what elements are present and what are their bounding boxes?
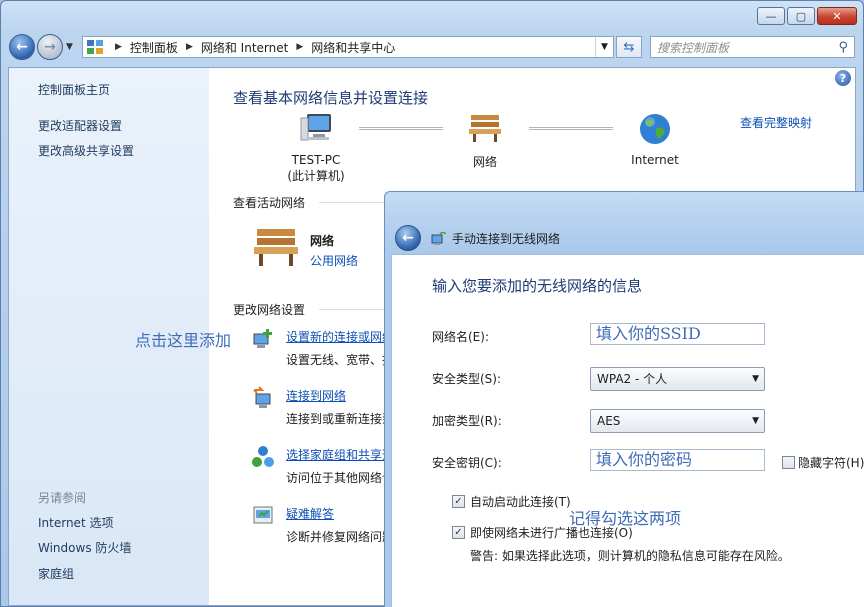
address-history-dropdown[interactable]: ▼ [595, 37, 613, 57]
caption-buttons: — ▢ ✕ [757, 7, 857, 25]
connect-hidden-checkbox[interactable]: ✓ [452, 526, 465, 539]
setup-new-connection-link[interactable]: 设置新的连接或网络 [286, 328, 394, 345]
encryption-type-select[interactable]: AES ▼ [590, 409, 765, 433]
arrow-right-icon: → [44, 39, 56, 55]
active-networks-heading: 查看活动网络 [233, 196, 306, 210]
network-node-network: 网络 [455, 112, 515, 170]
dialog-title: 手动连接到无线网络 [452, 232, 561, 246]
control-panel-icon [87, 40, 103, 54]
task-troubleshoot: 疑难解答 诊断并修复网络问题 [286, 505, 394, 545]
view-full-map-link[interactable]: 查看完整映射 [740, 114, 812, 131]
privacy-warning: 警告: 如果选择此选项，则计算机的隐私信息可能存在风险。 [470, 549, 790, 563]
security-type-value: WPA2 - 个人 [597, 372, 668, 386]
task-description: 设置无线、宽带、拨 [286, 353, 395, 367]
auto-start-checkbox[interactable]: ✓ [452, 495, 465, 508]
computer-name: TEST-PC [291, 153, 341, 167]
close-icon: ✕ [832, 9, 842, 23]
sidebar-change-advanced-sharing[interactable]: 更改高级共享设置 [38, 142, 134, 159]
computer-sublabel: (此计算机) [287, 169, 345, 183]
breadcrumb-network-internet[interactable]: 网络和 Internet [201, 39, 288, 56]
computer-icon [300, 114, 331, 141]
security-type-label: 安全类型(S): [432, 372, 502, 386]
arrow-left-icon: ← [402, 230, 414, 246]
globe-icon [640, 114, 670, 144]
sidebar-control-panel-home[interactable]: 控制面板主页 [38, 81, 110, 98]
security-key-label: 安全密钥(C): [432, 456, 502, 470]
breadcrumb-separator-icon: ▶ [296, 42, 304, 52]
annotation-click-here: 点击这里添加 [135, 331, 232, 350]
hide-characters-label: 隐藏字符(H) [798, 456, 864, 470]
chevron-down-icon: ▼ [752, 374, 759, 384]
change-settings-heading: 更改网络设置 [233, 303, 306, 317]
network-node-computer: TEST-PC (此计算机) [281, 112, 351, 184]
task-connect-to-network: 连接到网络 连接到或重新连接到 [286, 387, 394, 427]
help-icon[interactable]: ? [835, 70, 851, 86]
search-placeholder: 搜索控制面板 [657, 40, 730, 55]
dialog-body: 输入您要添加的无线网络的信息 网络名(E): 填入你的SSID 安全类型(S):… [391, 254, 864, 607]
see-also-homegroup[interactable]: 家庭组 [38, 565, 74, 582]
connect-to-network-link[interactable]: 连接到网络 [286, 387, 394, 404]
task-description: 连接到或重新连接到 [286, 412, 395, 426]
encryption-type-value: AES [597, 414, 621, 428]
encryption-type-label: 加密类型(R): [432, 414, 502, 428]
refresh-button[interactable]: ⇆ [616, 36, 642, 58]
breadcrumb-separator-icon: ▶ [185, 42, 193, 52]
security-key-input[interactable]: 填入你的密码 [590, 449, 765, 471]
see-also-internet-options[interactable]: Internet 选项 [38, 514, 113, 531]
connection-line [359, 127, 443, 130]
active-network-name: 网络 [310, 234, 335, 248]
wireless-network-icon [431, 231, 446, 245]
network-node-label: 网络 [472, 155, 497, 169]
troubleshoot-icon [253, 506, 273, 524]
arrow-left-icon: ← [16, 39, 28, 55]
search-box[interactable]: 搜索控制面板 ⚲ [650, 36, 855, 58]
see-also-windows-firewall[interactable]: Windows 防火墙 [38, 539, 131, 556]
close-button[interactable]: ✕ [817, 7, 857, 25]
recent-pages-dropdown[interactable]: ▼ [66, 42, 76, 52]
back-button[interactable]: ← [9, 34, 35, 60]
security-type-select[interactable]: WPA2 - 个人 ▼ [590, 367, 765, 391]
minimize-button[interactable]: — [757, 7, 785, 25]
minimize-icon: — [765, 9, 777, 23]
see-also-heading: 另请参阅 [38, 491, 87, 505]
address-bar[interactable]: ▶ 控制面板 ▶ 网络和 Internet ▶ 网络和共享中心 ▼ [82, 36, 614, 58]
network-name-input[interactable]: 填入你的SSID [590, 323, 765, 345]
task-description: 诊断并修复网络问题 [286, 530, 395, 544]
breadcrumb-network-sharing-center[interactable]: 网络和共享中心 [311, 39, 395, 56]
maximize-button[interactable]: ▢ [787, 7, 815, 25]
search-icon[interactable]: ⚲ [838, 40, 848, 55]
connect-network-icon [253, 386, 271, 408]
sidebar-change-adapter-settings[interactable]: 更改适配器设置 [38, 117, 122, 134]
breadcrumb-control-panel[interactable]: 控制面板 [130, 39, 178, 56]
annotation-check-both: 记得勾选这两项 [569, 509, 682, 528]
maximize-icon: ▢ [795, 9, 807, 23]
network-node-internet: Internet [625, 112, 685, 167]
active-network-type-link[interactable]: 公用网络 [310, 252, 358, 269]
connection-line [529, 127, 613, 130]
task-setup-new-connection: 设置新的连接或网络 设置无线、宽带、拨 [286, 328, 394, 368]
forward-button[interactable]: → [37, 34, 63, 60]
manual-wireless-dialog: ← 手动连接到无线网络 输入您要添加的无线网络的信息 网络名(E): 填入你的S… [384, 191, 864, 607]
navigation-bar: ← → ▼ ▶ 控制面板 ▶ 网络和 Internet ▶ 网络和共享中心 ▼ … [9, 32, 855, 62]
bench-icon [469, 115, 501, 142]
breadcrumb-separator-icon: ▶ [115, 42, 122, 52]
dialog-back-button[interactable]: ← [395, 225, 421, 251]
homegroup-icon [252, 446, 274, 467]
page-title: 查看基本网络信息并设置连接 [233, 89, 429, 107]
dialog-heading: 输入您要添加的无线网络的信息 [432, 277, 643, 295]
troubleshoot-link[interactable]: 疑难解答 [286, 505, 394, 522]
auto-start-label: 自动启动此连接(T) [470, 495, 571, 509]
network-name-label: 网络名(E): [432, 330, 489, 344]
bench-icon [254, 229, 298, 266]
internet-node-label: Internet [631, 153, 679, 167]
refresh-icon: ⇆ [623, 39, 635, 55]
chevron-down-icon: ▼ [752, 416, 759, 426]
new-connection-icon [253, 329, 272, 348]
hide-characters-checkbox[interactable] [782, 456, 795, 469]
